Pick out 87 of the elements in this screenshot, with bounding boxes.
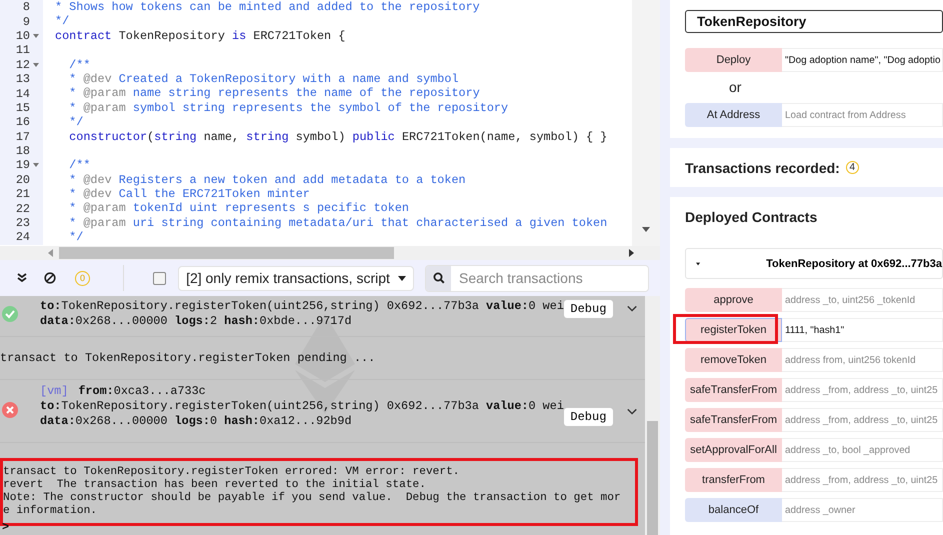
collapse-icon[interactable] bbox=[17, 273, 27, 283]
transactions-count-badge: 4 bbox=[846, 161, 859, 174]
deploy-button[interactable]: Deploy bbox=[685, 48, 782, 72]
line-number: 11 bbox=[16, 43, 30, 58]
code-line: */ bbox=[68, 230, 84, 245]
line-number: 9 bbox=[22, 14, 30, 29]
deployed-contracts-title: Deployed Contracts bbox=[685, 209, 818, 225]
line-number: 20 bbox=[16, 172, 30, 187]
function-args-field[interactable]: address _to, bool _approved bbox=[782, 438, 943, 462]
code-line: /** bbox=[68, 158, 90, 173]
instance-title: TokenRepository at 0x692...77b3a bbox=[766, 258, 942, 270]
scroll-right-icon[interactable] bbox=[629, 249, 634, 257]
function-button[interactable]: setApprovalForAll bbox=[685, 438, 782, 462]
scroll-down-icon[interactable] bbox=[642, 227, 650, 232]
line-number: 18 bbox=[16, 144, 30, 158]
transaction-detail: from:0xca3...a733c bbox=[78, 384, 206, 398]
code-line: * @param uri string containing metadata/uri that characterised a given token bbox=[68, 216, 608, 230]
code-line: /** bbox=[68, 58, 90, 72]
transaction-detail: data:0x268...00000 logs:0 hash:0xa12...92b9d bbox=[40, 414, 352, 428]
function-button[interactable]: balanceOf bbox=[685, 498, 782, 522]
function-args-field[interactable]: address _from, address _to, uint25 bbox=[782, 378, 943, 402]
function-button[interactable]: removeToken bbox=[685, 348, 782, 372]
filter-checkbox[interactable] bbox=[153, 272, 166, 284]
function-button[interactable]: safeTransferFrom bbox=[685, 408, 782, 432]
code-line: * @dev Call the ERC721Token minter bbox=[68, 187, 310, 202]
function-args-field[interactable]: address from, uint256 tokenId bbox=[782, 348, 943, 372]
transaction-detail: to:TokenRepository.registerToken(uint256,string) 0x692...77b3a value:0 wei bbox=[40, 299, 564, 313]
line-number: 22 bbox=[16, 202, 30, 216]
function-args-field[interactable]: address _owner bbox=[782, 498, 943, 522]
line-number: 13 bbox=[16, 72, 30, 86]
code-line: */ bbox=[68, 115, 84, 130]
line-number: 15 bbox=[16, 100, 30, 115]
code-line: constructor(string name, string symbol) public ERC721Token(name, symbol) { } bbox=[68, 130, 608, 144]
line-number: 12 bbox=[16, 58, 30, 72]
code-line: */ bbox=[54, 14, 70, 29]
debug-button[interactable]: Debug bbox=[564, 300, 613, 318]
caret-icon bbox=[398, 276, 406, 280]
line-number: 10 bbox=[16, 28, 30, 43]
pending-count-badge: 0 bbox=[75, 270, 90, 286]
fold-caret-icon[interactable] bbox=[33, 62, 39, 67]
code-line: * @param tokenId uint represents s pecific token bbox=[68, 201, 409, 216]
or-label: or bbox=[729, 79, 742, 95]
search-field[interactable]: Search transactions bbox=[425, 264, 649, 292]
transaction-detail: to:TokenRepository.registerToken(uint256,string) 0x692...77b3a value:0 wei bbox=[40, 399, 564, 413]
deploy-args-field[interactable]: "Dog adoption name", "Dog adoptio bbox=[782, 48, 943, 72]
function-args-field[interactable]: address _from, address _to, uint25 bbox=[782, 408, 943, 432]
search-icon bbox=[432, 272, 444, 284]
function-args-field[interactable]: 1111, "hash1" bbox=[782, 318, 943, 342]
function-button[interactable]: transferFrom bbox=[685, 468, 782, 492]
fold-caret-icon[interactable] bbox=[33, 163, 39, 168]
line-number: 14 bbox=[16, 86, 30, 101]
transactions-recorded-label: Transactions recorded: bbox=[685, 160, 840, 176]
function-button[interactable]: approve bbox=[685, 288, 782, 312]
debug-button[interactable]: Debug bbox=[564, 408, 613, 426]
function-args-field[interactable]: address _from, address _to, uint25 bbox=[782, 468, 943, 492]
scrollbar-thumb[interactable] bbox=[647, 421, 658, 535]
expand-caret-icon[interactable] bbox=[696, 262, 700, 266]
clear-icon[interactable] bbox=[44, 272, 56, 284]
function-button[interactable]: registerToken bbox=[685, 318, 782, 342]
scrollbar-thumb[interactable] bbox=[59, 247, 394, 259]
address-field[interactable]: Load contract from Address bbox=[782, 103, 943, 127]
line-number: 19 bbox=[16, 158, 30, 172]
function-button[interactable]: safeTransferFrom bbox=[685, 378, 782, 402]
code-line: contract TokenRepository is ERC721Token { bbox=[54, 28, 346, 44]
line-number: 24 bbox=[16, 230, 30, 244]
line-number: 21 bbox=[16, 187, 30, 202]
contract-instance-header[interactable]: TokenRepository at 0x692...77b3a bbox=[685, 248, 943, 279]
filter-dropdown[interactable]: [2] only remix transactions, script bbox=[178, 266, 414, 290]
line-number: 17 bbox=[16, 130, 30, 144]
expand-caret-icon[interactable] bbox=[626, 408, 637, 415]
contract-select[interactable]: TokenRepository bbox=[685, 10, 943, 33]
function-args-field[interactable]: address _to, uint256 _tokenId bbox=[782, 288, 943, 312]
at-address-button[interactable]: At Address bbox=[685, 103, 782, 127]
code-line: * Shows how tokens can be minted and added to the repository bbox=[54, 0, 480, 14]
vm-tag: [vm] bbox=[40, 384, 68, 398]
code-line: * @dev Registers a new token and add metadata to a token bbox=[68, 172, 466, 188]
line-number: 23 bbox=[16, 216, 30, 230]
code-line: * @param name string represents the name of the repository bbox=[68, 86, 480, 101]
log-message: transact to TokenRepository.registerToken pending ... bbox=[0, 351, 376, 365]
line-number: 8 bbox=[22, 0, 30, 14]
transaction-detail: data:0x268...00000 logs:2 hash:0xbde...9717d bbox=[40, 314, 352, 328]
code-line: * @param symbol string represents the symbol of the repository bbox=[68, 100, 508, 116]
line-number: 16 bbox=[16, 115, 30, 130]
fold-caret-icon[interactable] bbox=[33, 34, 39, 38]
expand-caret-icon[interactable] bbox=[626, 305, 637, 312]
code-line: * @dev Created a TokenRepository with a name and symbol bbox=[68, 72, 459, 86]
error-message: transact to TokenRepository.registerToken errored: VM error: revert. revert The transaction has been reverted to the initial state. Note: The constructor should be payable if you send value. Debug the transaction to get mor e information. bbox=[3, 466, 621, 518]
